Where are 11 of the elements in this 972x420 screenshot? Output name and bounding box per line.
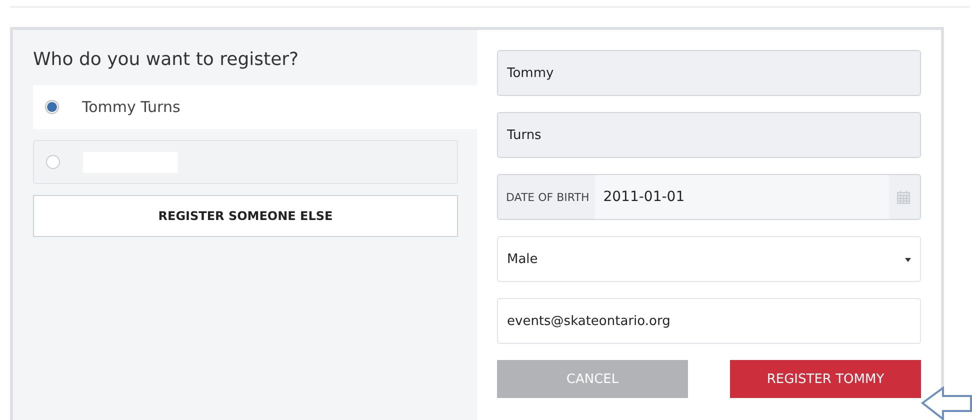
- question-heading: Who do you want to register?: [33, 49, 299, 70]
- person-option[interactable]: [33, 140, 458, 184]
- radio-button[interactable]: [46, 155, 60, 169]
- radio-button[interactable]: [45, 100, 59, 114]
- field-label: DATE OF BIRTH: [505, 190, 590, 204]
- person-option[interactable]: Tommy Turns: [33, 85, 477, 129]
- register-someone-else-button[interactable]: REGISTER SOMEONE ELSE: [33, 195, 458, 237]
- register-button[interactable]: REGISTER TOMMY: [730, 360, 921, 398]
- gender-select[interactable]: Male: [497, 236, 921, 282]
- text-field[interactable]: events@skateontario.org: [497, 298, 921, 344]
- caret-icon: [905, 258, 911, 262]
